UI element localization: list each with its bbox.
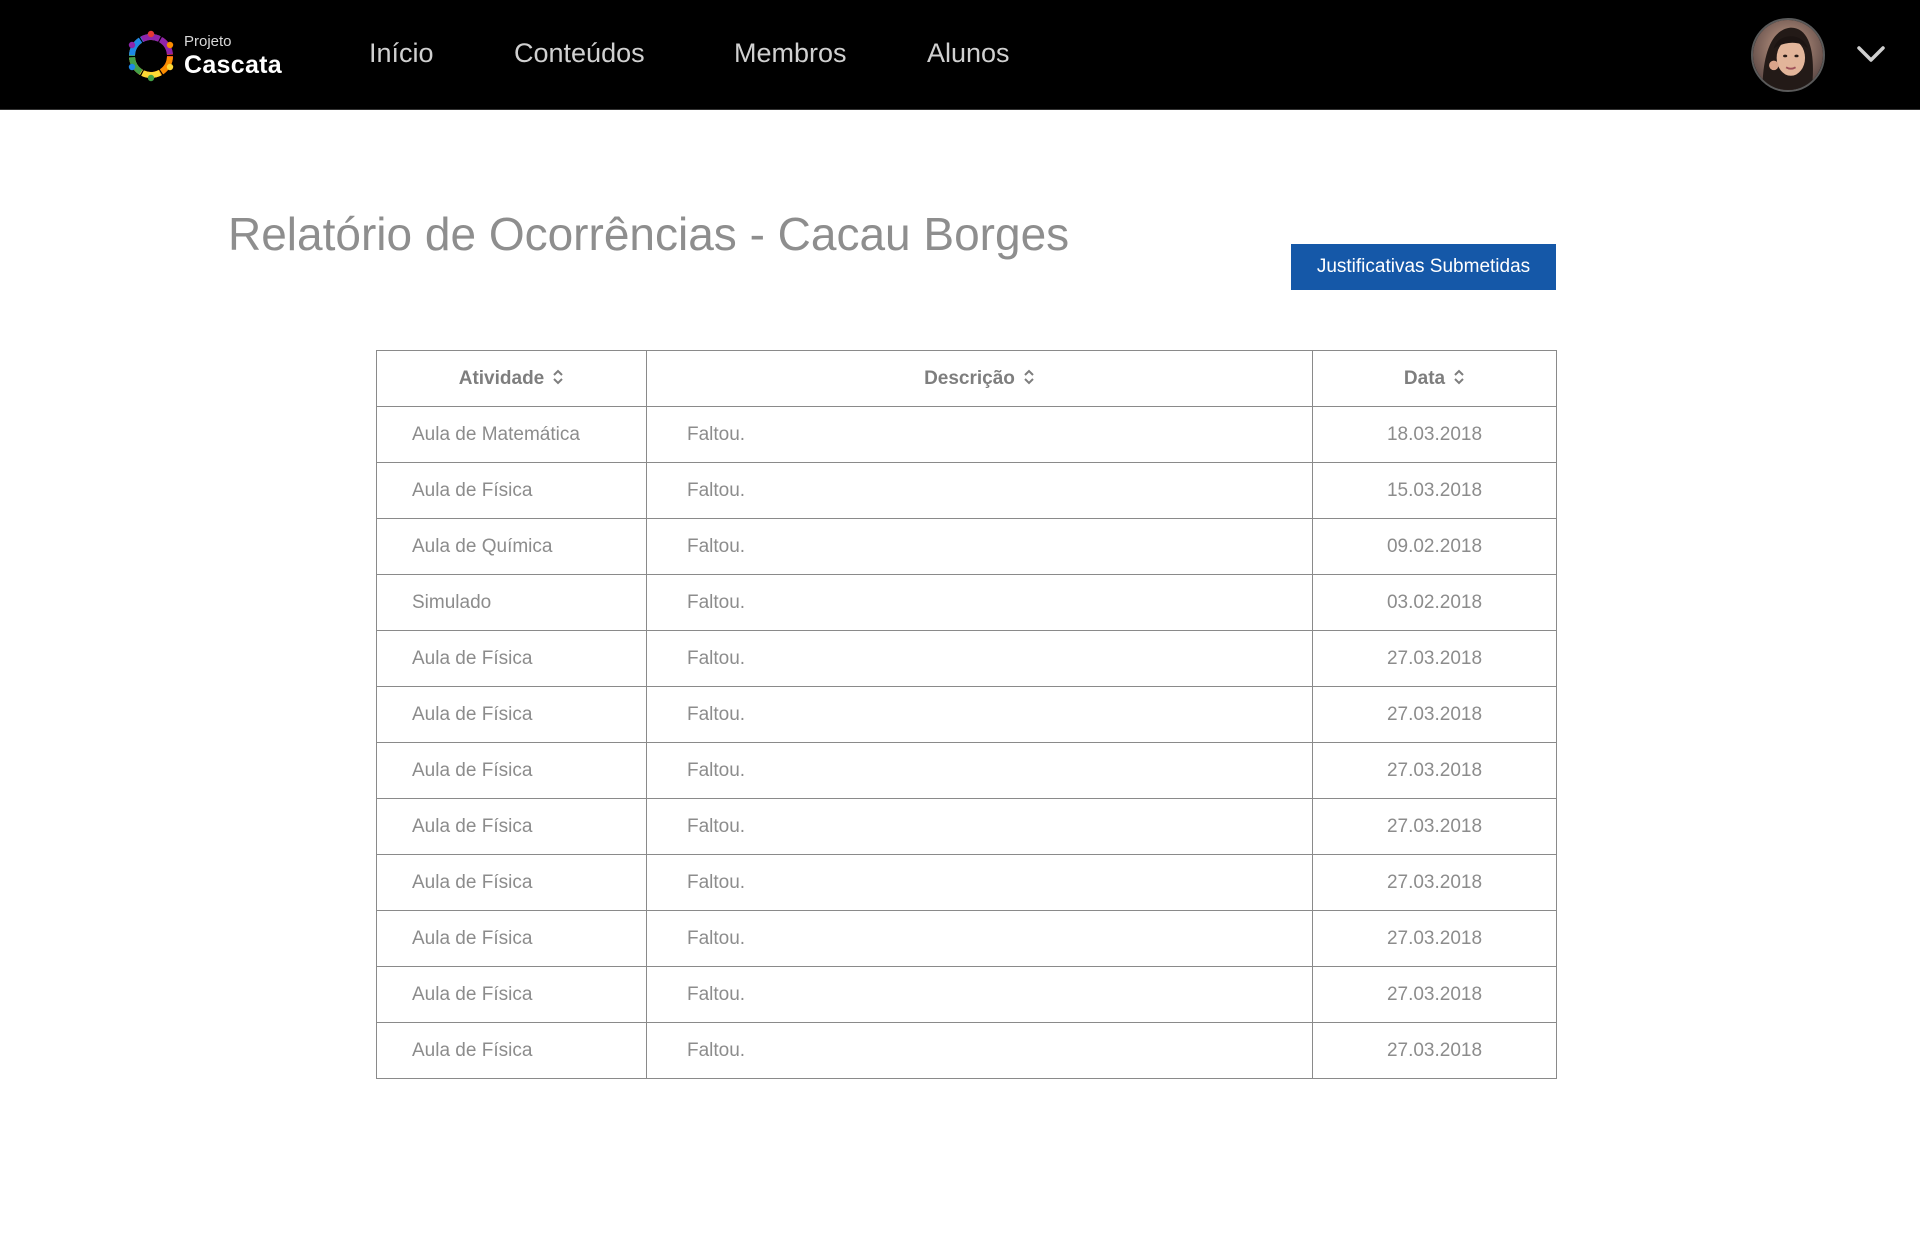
sort-icon	[1454, 369, 1464, 384]
nav-item-conteudos[interactable]: Conteúdos	[514, 38, 645, 69]
cell-data: 27.03.2018	[1312, 966, 1557, 1023]
table-row: Aula de Química Faltou. 09.02.2018	[376, 518, 1557, 575]
table-row: Aula de Física Faltou. 27.03.2018	[376, 742, 1557, 799]
column-header-data[interactable]: Data	[1312, 350, 1557, 407]
cell-descricao: Faltou.	[646, 854, 1313, 911]
cell-atividade: Aula de Física	[376, 910, 647, 967]
column-header-descricao[interactable]: Descrição	[646, 350, 1313, 407]
cell-data: 27.03.2018	[1312, 686, 1557, 743]
cell-descricao: Faltou.	[646, 518, 1313, 575]
cell-atividade: Aula de Matemática	[376, 406, 647, 463]
table-row: Aula de Física Faltou. 27.03.2018	[376, 966, 1557, 1023]
cell-descricao: Faltou.	[646, 1022, 1313, 1079]
brand-logo[interactable]: Projeto Cascata	[124, 26, 282, 86]
cell-data: 27.03.2018	[1312, 1022, 1557, 1079]
table-row: Aula de Matemática Faltou. 18.03.2018	[376, 406, 1557, 463]
occurrences-table: Atividade Descrição Data Aula de Matemát…	[376, 350, 1557, 1079]
table-row: Aula de Física Faltou. 27.03.2018	[376, 798, 1557, 855]
table-body: Aula de Matemática Faltou. 18.03.2018 Au…	[376, 406, 1557, 1079]
table-row: Aula de Física Faltou. 27.03.2018	[376, 630, 1557, 687]
cascata-logo-icon	[128, 30, 174, 82]
user-avatar[interactable]	[1751, 18, 1825, 92]
cell-data: 27.03.2018	[1312, 742, 1557, 799]
cell-data: 09.02.2018	[1312, 518, 1557, 575]
cell-descricao: Faltou.	[646, 686, 1313, 743]
nav-item-membros[interactable]: Membros	[734, 38, 847, 69]
cell-atividade: Aula de Física	[376, 630, 647, 687]
nav-item-alunos[interactable]: Alunos	[927, 38, 1010, 69]
table-row: Aula de Física Faltou. 27.03.2018	[376, 1022, 1557, 1079]
cell-descricao: Faltou.	[646, 910, 1313, 967]
cell-atividade: Aula de Física	[376, 462, 647, 519]
cell-data: 27.03.2018	[1312, 798, 1557, 855]
cell-data: 27.03.2018	[1312, 630, 1557, 687]
cell-atividade: Aula de Física	[376, 686, 647, 743]
table-row: Aula de Física Faltou. 27.03.2018	[376, 854, 1557, 911]
cell-data: 03.02.2018	[1312, 574, 1557, 631]
brand-subtitle: Projeto	[184, 33, 232, 50]
table-row: Simulado Faltou. 03.02.2018	[376, 574, 1557, 631]
chevron-down-icon[interactable]	[1855, 42, 1887, 66]
nav-item-inicio[interactable]: Início	[369, 38, 434, 69]
cell-data: 15.03.2018	[1312, 462, 1557, 519]
column-header-atividade[interactable]: Atividade	[376, 350, 647, 407]
cell-descricao: Faltou.	[646, 406, 1313, 463]
avatar-photo	[1753, 20, 1823, 90]
justificativas-submetidas-button[interactable]: Justificativas Submetidas	[1291, 244, 1556, 290]
cell-atividade: Aula de Física	[376, 798, 647, 855]
table-row: Aula de Física Faltou. 27.03.2018	[376, 910, 1557, 967]
cell-atividade: Aula de Física	[376, 966, 647, 1023]
column-header-label: Atividade	[458, 367, 545, 389]
cell-atividade: Aula de Física	[376, 854, 647, 911]
cell-data: 27.03.2018	[1312, 854, 1557, 911]
column-header-label: Data	[1403, 367, 1446, 389]
page-title: Relatório de Ocorrências - Cacau Borges	[228, 208, 1070, 260]
cell-descricao: Faltou.	[646, 798, 1313, 855]
cell-descricao: Faltou.	[646, 742, 1313, 799]
cell-descricao: Faltou.	[646, 630, 1313, 687]
sort-icon	[1024, 369, 1034, 384]
sort-icon	[553, 369, 563, 384]
brand-name: Cascata	[184, 51, 282, 79]
cell-atividade: Simulado	[376, 574, 647, 631]
cell-descricao: Faltou.	[646, 574, 1313, 631]
table-header-row: Atividade Descrição Data	[376, 350, 1557, 407]
table-row: Aula de Física Faltou. 15.03.2018	[376, 462, 1557, 519]
top-navbar: Projeto Cascata Início Conteúdos Membros…	[0, 0, 1920, 110]
cell-atividade: Aula de Química	[376, 518, 647, 575]
cell-descricao: Faltou.	[646, 966, 1313, 1023]
cell-atividade: Aula de Física	[376, 742, 647, 799]
cell-atividade: Aula de Física	[376, 1022, 647, 1079]
cell-data: 27.03.2018	[1312, 910, 1557, 967]
table-row: Aula de Física Faltou. 27.03.2018	[376, 686, 1557, 743]
cell-data: 18.03.2018	[1312, 406, 1557, 463]
cell-descricao: Faltou.	[646, 462, 1313, 519]
column-header-label: Descrição	[924, 367, 1015, 389]
